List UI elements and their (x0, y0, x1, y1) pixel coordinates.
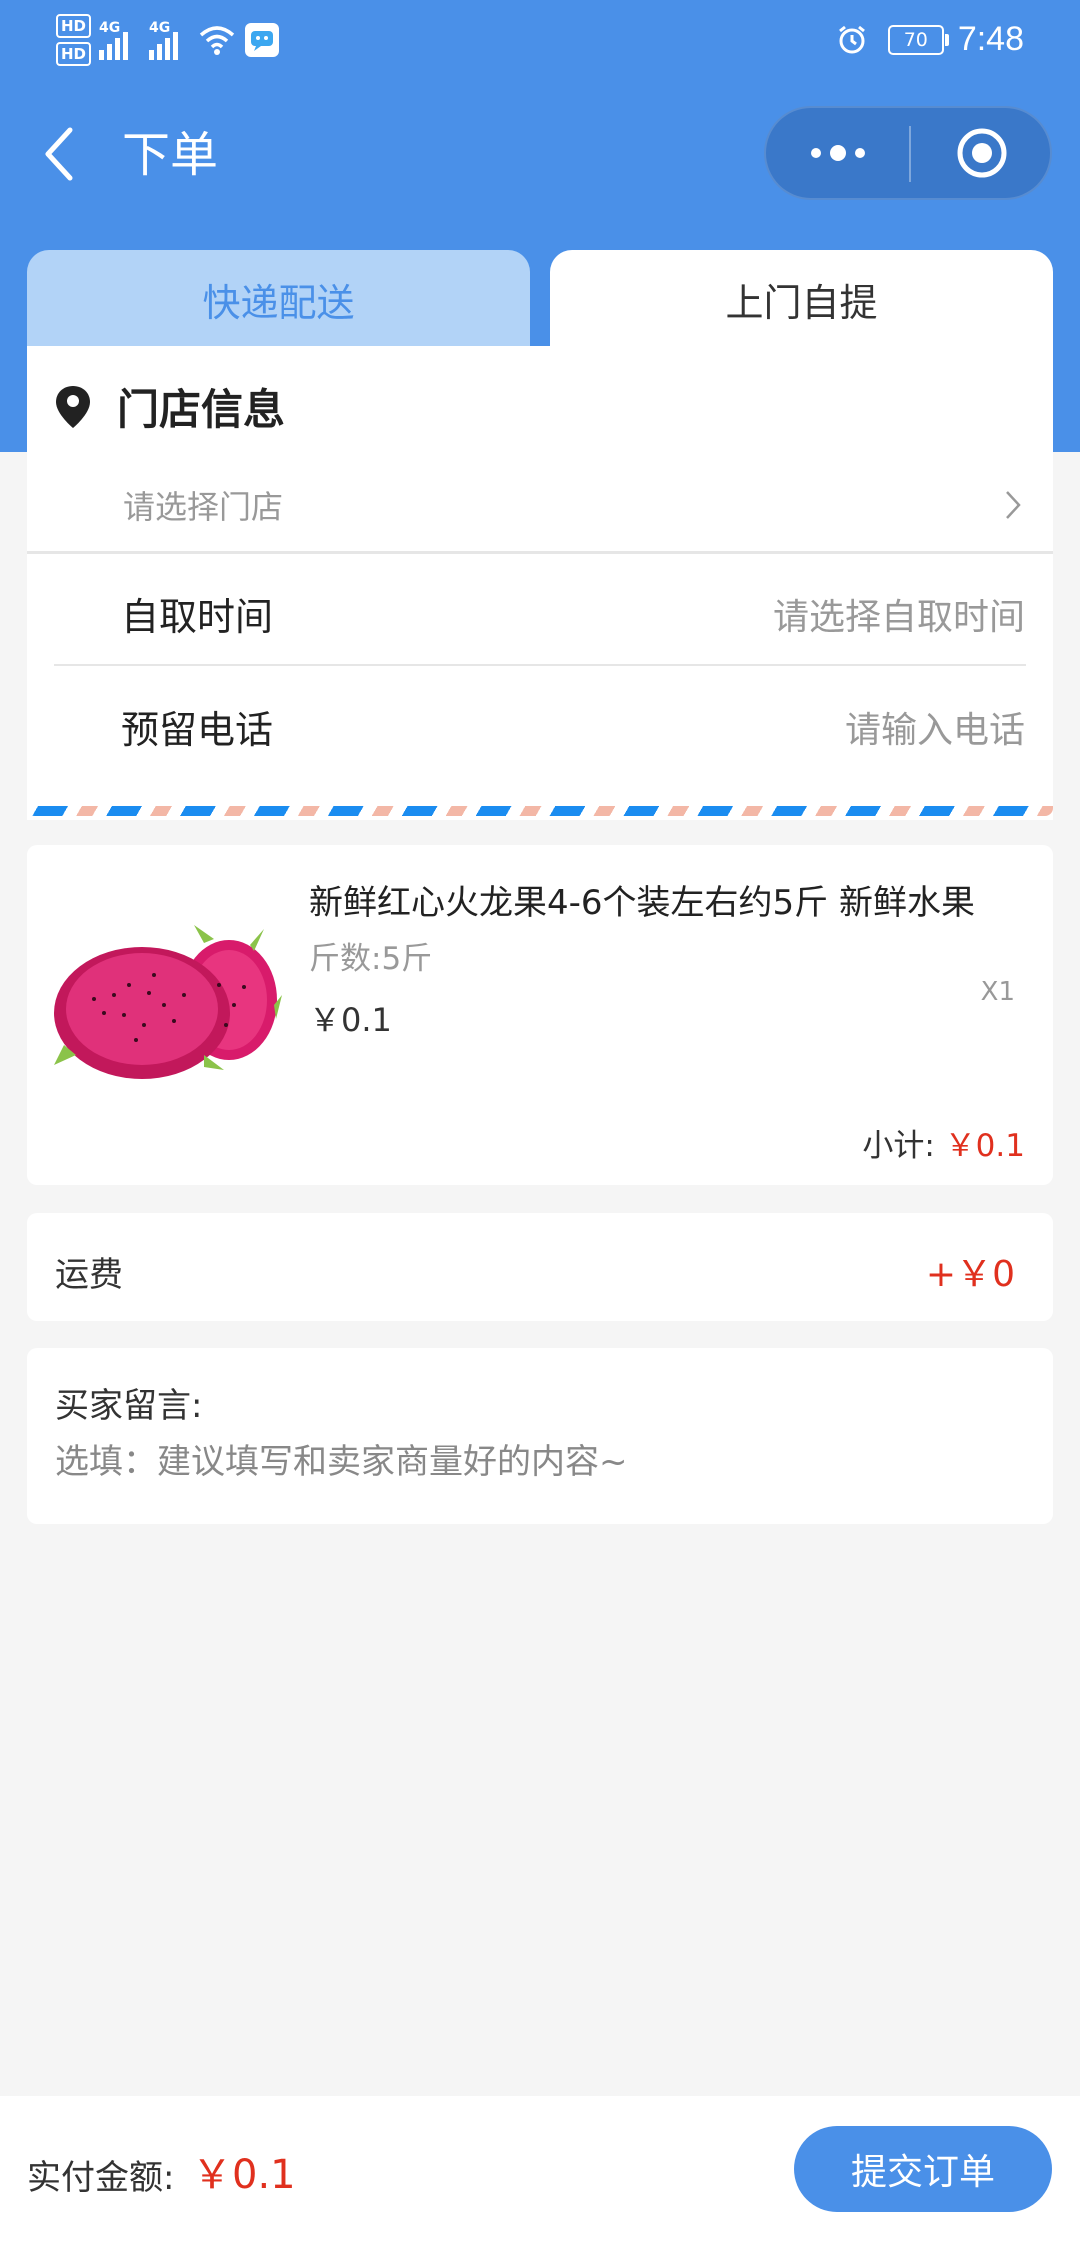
pickup-time-label: 自取时间 (121, 595, 274, 639)
battery-icon: 70 (887, 24, 949, 55)
divider (54, 664, 1026, 666)
chat-app-icon (245, 23, 280, 57)
back-button[interactable] (40, 122, 80, 186)
pickup-time-row[interactable]: 自取时间 请选择自取时间 (27, 556, 1053, 666)
freight-card: 运费 +￥0 (27, 1213, 1053, 1321)
pickup-time-placeholder: 请选择自取时间 (772, 597, 1025, 638)
phone-input-placeholder: 请输入电话 (844, 710, 1025, 751)
envelope-stripe-border (27, 806, 1053, 816)
page-title: 下单 (122, 127, 219, 183)
clock: 7:48 (957, 20, 1024, 58)
product-image (54, 895, 282, 1085)
mini-program-capsule (764, 106, 1052, 200)
freight-label: 运费 (55, 1255, 123, 1295)
buyer-message-input[interactable] (55, 1434, 1015, 1490)
submit-order-button[interactable]: 提交订单 (794, 2126, 1052, 2212)
close-mini-program-button[interactable] (911, 108, 1052, 198)
signal-2-icon: 4G (149, 20, 189, 60)
store-info-title: 门店信息 (117, 385, 286, 434)
battery-level: 70 (903, 28, 928, 51)
wifi-icon (199, 26, 235, 55)
chevron-right-icon (1006, 491, 1021, 519)
tab-express-delivery[interactable]: 快递配送 (27, 250, 530, 348)
store-select-placeholder: 请选择门店 (123, 488, 284, 526)
buyer-message-label: 买家留言: (55, 1386, 203, 1426)
store-header: 门店信息 (53, 376, 285, 437)
status-bar: HD HD 4G 4G 70 7:48 (0, 0, 1080, 80)
more-dots-icon (810, 145, 865, 161)
total-amount: ￥0.1 (192, 2152, 296, 2198)
alarm-icon (838, 25, 865, 53)
phone-row[interactable]: 预留电话 请输入电话 (27, 669, 1053, 779)
subtotal-value: ￥0.1 (944, 1128, 1025, 1164)
network-1-label: 4G (99, 20, 121, 36)
signal-1-icon: 4G (99, 20, 139, 60)
more-button[interactable] (766, 108, 909, 198)
bottom-bar: 实付金额: ￥0.1 提交订单 (0, 2096, 1080, 2244)
chevron-left-icon (45, 127, 73, 181)
store-info-card: 门店信息 请选择门店 自取时间 请选择自取时间 预留电话 请输入电话 (27, 346, 1053, 820)
subtotal: 小计: ￥0.1 (862, 1120, 1025, 1165)
hd1-badge: HD (56, 14, 92, 38)
divider (27, 551, 1053, 554)
hd-indicator: HD HD (56, 12, 92, 68)
location-pin-icon (56, 385, 90, 428)
subtotal-label: 小计: (862, 1128, 935, 1164)
product-spec: 斤数:5斤 (309, 941, 433, 977)
hd2-badge: HD (56, 42, 92, 66)
product-price: ￥0.1 (309, 1001, 392, 1039)
target-close-icon (957, 128, 1006, 178)
product-card: 新鲜红心火龙果4-6个装左右约5斤 新鲜水果 斤数:5斤 ￥0.1 X1 小计:… (27, 845, 1053, 1185)
product-name: 新鲜红心火龙果4-6个装左右约5斤 新鲜水果 (309, 883, 975, 923)
total-label: 实付金额: (27, 2158, 175, 2198)
freight-value: +￥0 (925, 1254, 1015, 1295)
network-2-label: 4G (149, 20, 171, 36)
tab-store-pickup[interactable]: 上门自提 (550, 250, 1053, 348)
store-select[interactable]: 请选择门店 (27, 466, 1053, 548)
product-quantity: X1 (980, 977, 1015, 1007)
buyer-message-card: 买家留言: (27, 1348, 1053, 1524)
navigation-bar: 下单 (0, 80, 1080, 230)
phone-label: 预留电话 (121, 708, 274, 752)
